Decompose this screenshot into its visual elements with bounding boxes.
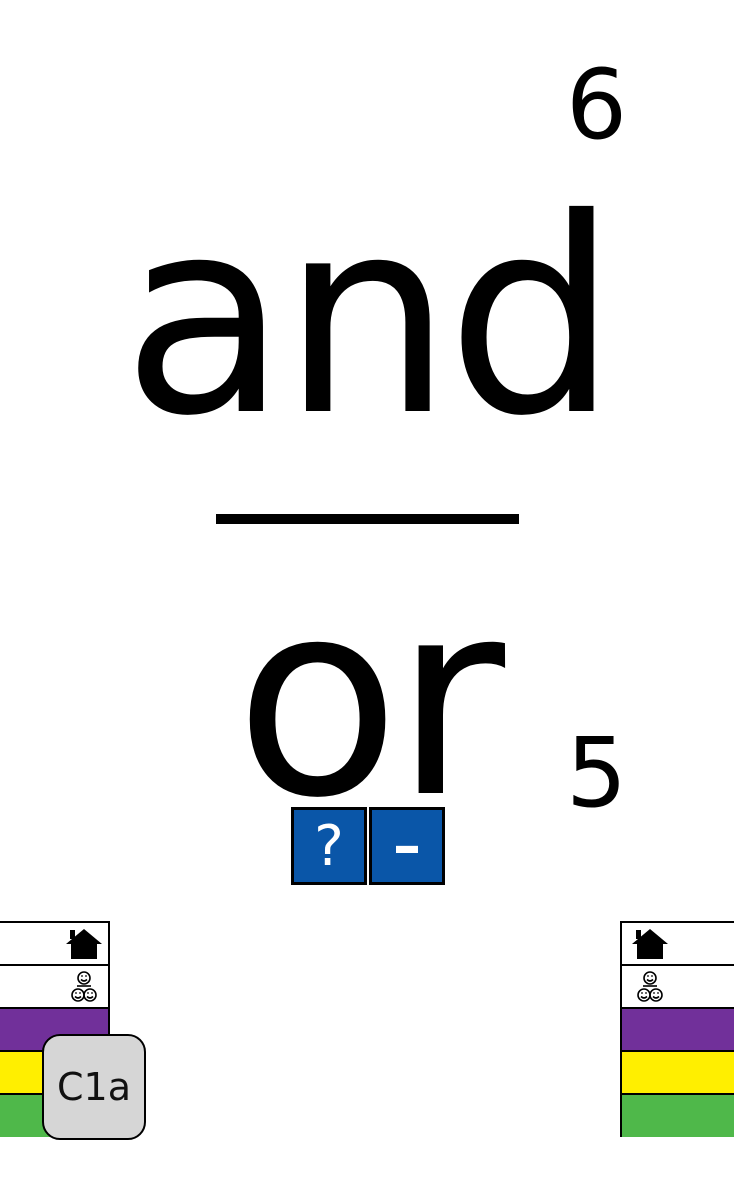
group-smileys-icon <box>637 971 663 1002</box>
yellow-band[interactable] <box>622 1052 734 1095</box>
word-top: and <box>122 160 618 475</box>
group-row[interactable] <box>622 966 734 1009</box>
minus-button[interactable]: – <box>369 807 445 885</box>
green-band[interactable] <box>622 1095 734 1137</box>
purple-band[interactable] <box>622 1009 734 1052</box>
home-icon <box>632 929 668 959</box>
number-top: 6 <box>566 49 628 161</box>
divider-line <box>216 514 519 524</box>
home-row[interactable] <box>0 923 108 966</box>
group-row[interactable] <box>0 966 108 1009</box>
home-icon <box>66 929 102 959</box>
card-code-badge[interactable]: C1a <box>42 1034 146 1140</box>
help-button[interactable]: ? <box>291 807 367 885</box>
right-side-panel <box>620 921 734 1137</box>
number-bottom: 5 <box>566 717 628 829</box>
home-row[interactable] <box>622 923 734 966</box>
group-smileys-icon <box>71 971 97 1002</box>
